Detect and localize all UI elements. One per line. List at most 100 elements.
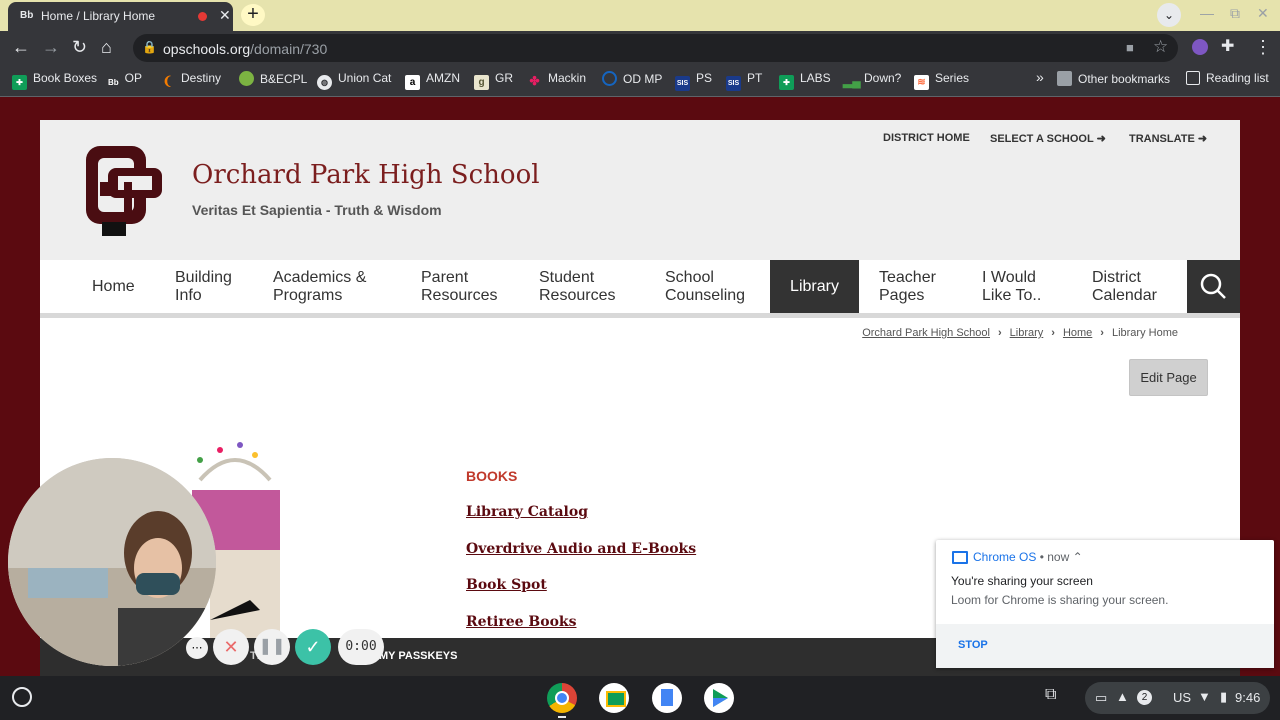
bookmark-item[interactable]: B&ECPL [239,71,307,86]
school-logo[interactable] [80,142,170,243]
nav-academics-programs[interactable]: Academics & Programs [273,260,383,313]
bookmark-item[interactable]: ✚ Book Boxes [12,71,97,90]
other-bookmarks-folder[interactable]: Other bookmarks [1057,71,1170,86]
screen-share-icon [952,551,968,564]
bookmark-star-icon[interactable]: ☆ [1153,37,1168,57]
notification-source[interactable]: Chrome OS • now ⌃ [973,550,1083,564]
books-heading: BOOKS [466,468,518,484]
maximize-icon[interactable]: ⧉ [1230,5,1240,22]
play-store-icon[interactable] [704,683,734,713]
back-icon[interactable]: ← [12,37,30,57]
translate-link[interactable]: TRANSLATE ➜ [1129,132,1207,145]
camera-in-use-icon[interactable]: ■ [1126,40,1134,55]
webcam-bubble[interactable] [8,458,216,666]
school-name[interactable]: Orchard Park High School [192,160,540,190]
keyboard-locale: US [1173,690,1192,705]
address-bar[interactable]: 🔒 opschools.org/domain/730 ■ ☆ [133,34,1178,62]
nav-library[interactable]: Library [770,260,859,313]
search-icon [1200,273,1226,299]
nav-school-counseling[interactable]: School Counseling [665,260,755,313]
chrome-app-icon[interactable] [547,683,577,713]
select-a-school-link[interactable]: SELECT A SCHOOL ➜ [990,132,1106,145]
arrow-right-icon: ➜ [1096,133,1106,145]
launcher-icon[interactable] [12,687,32,707]
new-tab-button[interactable]: + [241,4,265,26]
series-icon: ≋ [914,75,929,90]
bookmarks-bar: ✚ Book Boxes Bb OP ❨ Destiny B&ECPL ◍ Union … [0,65,1280,97]
screen-cast-icon: ▭ [1095,690,1108,705]
notification-title: You're sharing your screen [951,574,1093,588]
bookmarks-overflow-icon[interactable]: » [1036,69,1044,85]
my-passkeys-link[interactable]: MY PASSKEYS [379,650,457,662]
more-options-button[interactable]: ⋯ [186,637,208,659]
bookmark-item[interactable]: Bb OP [108,71,142,90]
menu-kebab-icon[interactable]: ⋮ [1254,37,1272,57]
nav-district-calendar[interactable]: District Calendar [1092,260,1172,313]
status-tray[interactable]: ▭ ▲ 2 US ▼ ▮ 9:46 [1085,682,1270,714]
forward-icon[interactable]: → [42,37,60,57]
notification-count: 2 [1137,690,1152,705]
reload-icon[interactable]: ↻ [72,37,87,57]
bookmark-item[interactable]: OD MP [602,71,662,86]
school-tagline: Veritas Et Sapientia - Truth & Wisdom [192,202,442,218]
recording-timer: 0:00 [338,629,384,665]
breadcrumb-school[interactable]: Orchard Park High School [862,327,990,339]
reading-list-icon [1186,71,1200,85]
extensions-puzzle-icon[interactable]: ✚ [1221,37,1234,57]
district-home-link[interactable]: DISTRICT HOME [883,132,970,144]
overdrive-link[interactable]: Overdrive Audio and E-Books [466,541,696,557]
globe-icon: ◍ [317,75,332,90]
bookmark-item[interactable]: ✤ Mackin [527,71,586,89]
bookmark-item[interactable]: ❨ Destiny [160,71,221,89]
cancel-recording-button[interactable]: ✕ [213,629,249,665]
amazon-icon: a [405,75,420,90]
extension-icon[interactable] [1192,39,1208,55]
holding-space-icon[interactable]: ⧉ [1045,686,1056,704]
running-indicator [558,716,566,718]
bookmark-item[interactable]: SIS PS [675,71,712,91]
home-icon[interactable]: ⌂ [101,37,112,57]
active-tab[interactable]: Bb Home / Library Home ✕ [8,2,233,31]
bookmark-item[interactable]: a AMZN [405,71,460,90]
breadcrumb-home[interactable]: Home [1063,327,1092,339]
nav-student-resources[interactable]: Student Resources [539,260,629,313]
bar-chart-icon: ▂▄ [843,74,861,88]
blackboard-icon: Bb [108,78,119,87]
google-docs-icon[interactable] [652,683,682,713]
reading-list[interactable]: Reading list [1186,71,1269,85]
bookmark-item[interactable]: ◍ Union Cat [317,71,391,90]
breadcrumb-library[interactable]: Library [1010,327,1044,339]
nav-building-info[interactable]: Building Info [175,260,255,313]
pause-recording-button[interactable]: ❚❚ [254,629,290,665]
bookmark-item[interactable]: g GR [474,71,513,90]
bookmark-item[interactable]: ≋ Series [914,71,969,90]
minimize-icon[interactable]: — [1200,5,1214,21]
sis-icon: SIS [675,76,690,91]
bookmark-item[interactable]: ▂▄ Down? [843,71,901,89]
close-window-icon[interactable]: ✕ [1257,5,1269,22]
close-tab-icon[interactable]: ✕ [219,7,231,24]
bookmark-item[interactable]: SIS PT [726,71,762,91]
clock-time: 9:46 [1235,690,1261,705]
lock-icon[interactable]: 🔒 [142,40,157,54]
nav-parent-resources[interactable]: Parent Resources [421,260,511,313]
nav-i-would-like-to[interactable]: I Would Like To.. [982,260,1062,313]
tab-search-button[interactable]: ⌄ [1157,3,1181,27]
sis-icon: SIS [726,76,741,91]
google-classroom-icon[interactable] [599,683,629,713]
battery-icon: ▮ [1220,689,1228,704]
main-navigation: Home Building Info Academics & Programs … [40,260,1240,318]
edit-page-button[interactable]: Edit Page [1129,359,1208,396]
library-catalog-link[interactable]: Library Catalog [466,504,588,520]
folder-icon [1057,71,1072,86]
nav-home[interactable]: Home [92,260,135,313]
site-search-button[interactable] [1187,260,1240,313]
stop-sharing-button[interactable]: STOP [958,639,988,651]
nav-teacher-pages[interactable]: Teacher Pages [879,260,959,313]
breadcrumb: Orchard Park High School › Library › Home › Li… [862,327,1178,339]
bookmark-item[interactable]: ✚ LABS [779,71,831,90]
book-spot-link[interactable]: Book Spot [466,577,547,593]
finish-recording-button[interactable]: ✓ [295,629,331,665]
overdrive-icon [602,71,617,86]
retiree-books-link[interactable]: Retiree Books [466,614,576,630]
